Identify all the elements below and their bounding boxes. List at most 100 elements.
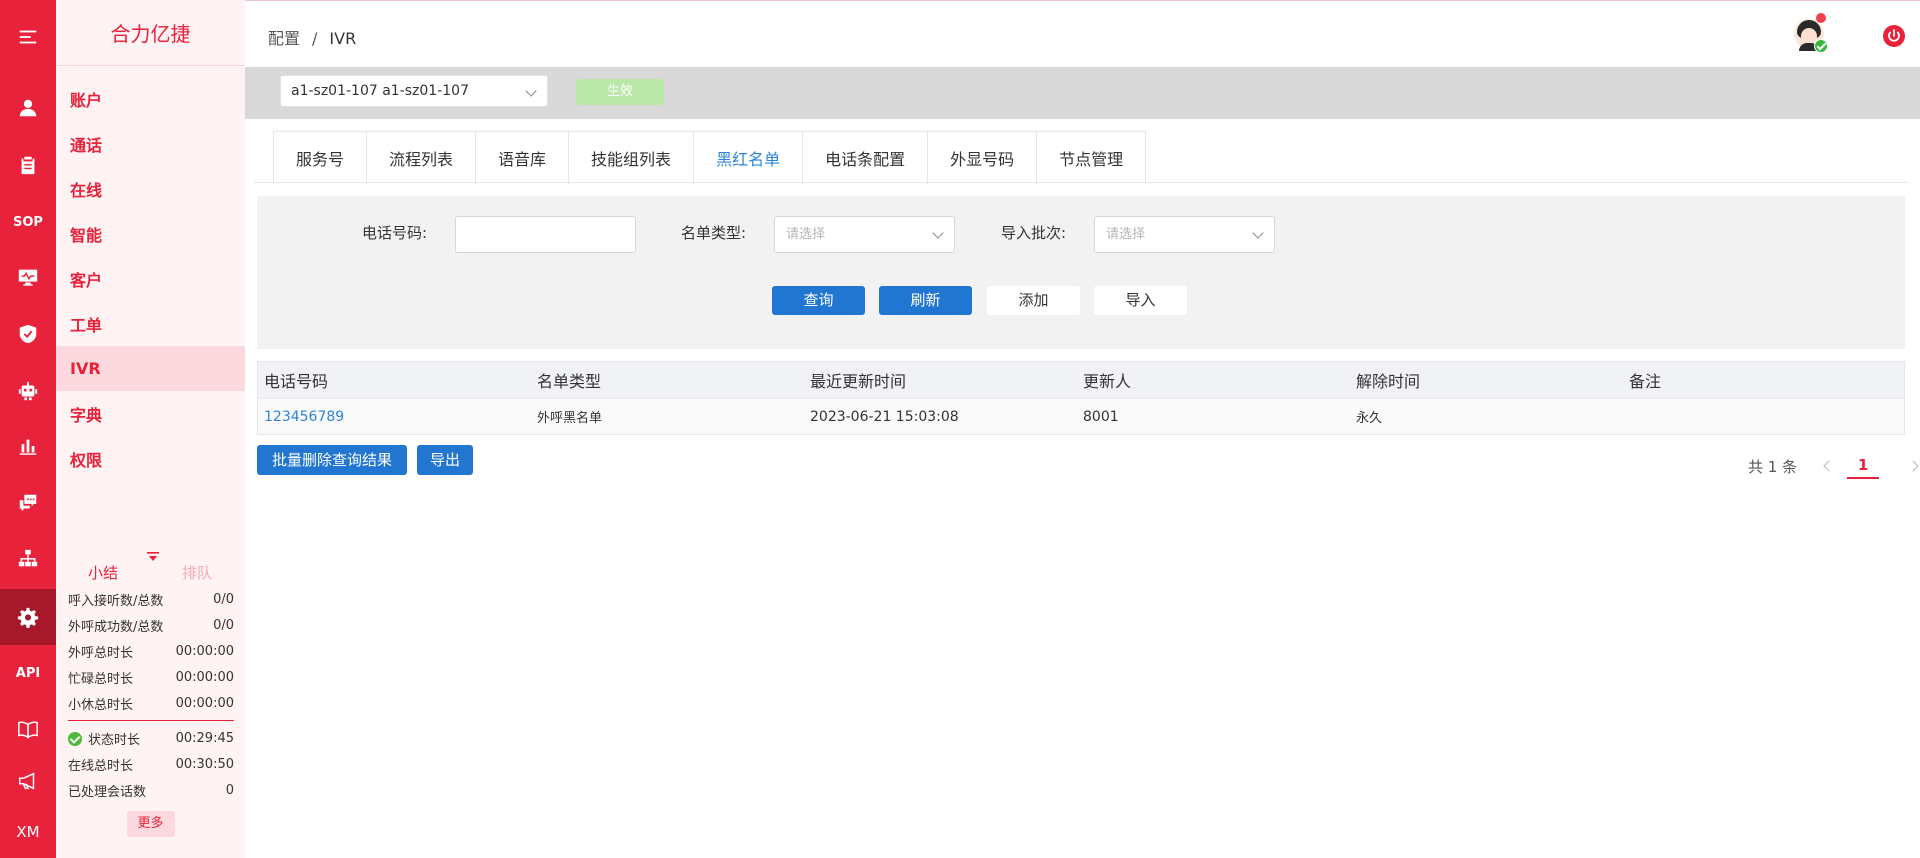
shield-icon[interactable] (0, 308, 56, 360)
breadcrumb-separator: / (312, 29, 318, 48)
megaphone-icon[interactable] (0, 755, 56, 807)
breadcrumb-item-ivr: IVR (329, 29, 357, 48)
summary-tabs: 小结 排队 (56, 548, 245, 582)
breadcrumb-item-config[interactable]: 配置 (268, 29, 300, 48)
pagination: 共 1 条 1 (1748, 452, 1919, 480)
ivr-toolbar: a1-sz01-107 a1-sz01-107 生效 (245, 67, 1920, 119)
apply-button[interactable]: 生效 (576, 79, 664, 105)
column-header[interactable]: 电话号码 (258, 368, 531, 392)
ivr-service-value: a1-sz01-107 a1-sz01-107 (291, 83, 469, 99)
stat-row: 已处理会话数 0 (56, 777, 245, 803)
list-type-placeholder: 请选择 (786, 227, 826, 242)
stat-row: 状态时长 00:29:45 (56, 725, 245, 751)
book-icon[interactable] (0, 703, 56, 755)
total-count: 共 1 条 (1748, 457, 1798, 476)
phone-number-link[interactable]: 123456789 (258, 409, 531, 425)
query-button[interactable]: 查询 (772, 286, 865, 315)
power-icon[interactable] (1883, 25, 1905, 47)
list-type-cell: 外呼黑名单 (537, 411, 603, 426)
chevron-right-icon[interactable] (1907, 460, 1919, 472)
batch-label: 导入批次: (1001, 224, 1067, 242)
stat-label: 外呼总时长 (68, 645, 134, 661)
list-type-select[interactable]: 请选择 (774, 216, 955, 253)
stat-value: 0/0 (213, 617, 234, 633)
export-button[interactable]: 导出 (417, 445, 473, 475)
chevron-down-icon (525, 85, 537, 97)
tab-service-number[interactable]: 服务号 (274, 132, 368, 184)
phone-input[interactable] (455, 216, 636, 253)
person-icon[interactable] (0, 82, 56, 134)
nav-item-dictionary[interactable]: 字典 (56, 391, 245, 436)
divider (68, 720, 234, 721)
bar-chart-icon[interactable] (0, 420, 56, 472)
tab-flow-list[interactable]: 流程列表 (367, 132, 477, 184)
api-label: API (15, 665, 41, 681)
stat-label: 状态时长 (88, 732, 141, 748)
stat-row: 忙碌总时长 00:00:00 (56, 664, 245, 690)
chevron-left-icon[interactable] (1823, 460, 1835, 472)
collapse-caret-icon[interactable] (146, 552, 160, 562)
icon-rail: SOP API XM (0, 0, 56, 858)
refresh-button[interactable]: 刷新 (879, 286, 972, 315)
menu-icon[interactable] (0, 11, 56, 63)
stat-row: 外呼成功数/总数 0/0 (56, 612, 245, 638)
column-header[interactable]: 更新人 (1077, 368, 1350, 392)
nav-item-ivr[interactable]: IVR (56, 346, 245, 391)
add-button[interactable]: 添加 (987, 286, 1080, 315)
stat-value: 00:30:50 (175, 756, 234, 772)
nav-item-online[interactable]: 在线 (56, 166, 245, 211)
clipboard-icon[interactable] (0, 139, 56, 191)
list-type-label: 名单类型: (681, 224, 747, 242)
api-icon[interactable]: API (0, 647, 56, 699)
nav-item-permission[interactable]: 权限 (56, 436, 245, 481)
ivr-service-select[interactable]: a1-sz01-107 a1-sz01-107 (280, 75, 548, 107)
xm-label: XM (16, 823, 40, 841)
table-header: 电话号码 名单类型 最近更新时间 更新人 解除时间 备注 (258, 362, 1904, 398)
tab-black-red-list[interactable]: 黑红名单 (694, 132, 804, 184)
breadcrumb: 配置 / IVR (268, 25, 356, 49)
column-header[interactable]: 解除时间 (1350, 368, 1623, 392)
page-number[interactable]: 1 (1847, 456, 1880, 479)
stat-value: 00:00:00 (175, 643, 234, 659)
sop-icon[interactable]: SOP (0, 196, 56, 248)
queue-tab[interactable]: 排队 (182, 562, 212, 583)
tab-display-number[interactable]: 外显号码 (928, 132, 1038, 184)
nav-item-account[interactable]: 账户 (56, 76, 245, 121)
bulk-delete-button[interactable]: 批量删除查询结果 (257, 445, 407, 475)
tab-skill-groups[interactable]: 技能组列表 (569, 132, 695, 184)
xm-icon[interactable]: XM (0, 806, 56, 858)
nav-item-ticket[interactable]: 工单 (56, 301, 245, 346)
tab-phonebar-config[interactable]: 电话条配置 (803, 132, 929, 184)
blacklist-table: 电话号码 名单类型 最近更新时间 更新人 解除时间 备注 123456789 外… (257, 361, 1905, 435)
app-root: SOP API XM 合力亿捷 账户 通话 在线 智能 客户 工单 IVR 字典… (0, 0, 1920, 858)
column-header[interactable]: 名单类型 (531, 368, 804, 392)
agent-summary-panel: 小结 排队 呼入接听数/总数 0/0 外呼成功数/总数 0/0 外呼总时长 00:00… (56, 548, 245, 837)
column-header[interactable]: 最近更新时间 (804, 368, 1077, 392)
nav-item-customer[interactable]: 客户 (56, 256, 245, 301)
config-tabs: 服务号 流程列表 语音库 技能组列表 黑红名单 电话条配置 外显号码 节点管理 (273, 131, 1147, 184)
tab-voice-library[interactable]: 语音库 (476, 132, 570, 184)
stat-value: 00:00:00 (175, 695, 234, 711)
column-header[interactable]: 备注 (1623, 368, 1906, 392)
gear-icon[interactable] (0, 589, 56, 645)
org-tree-icon[interactable] (0, 533, 56, 585)
chevron-down-icon (932, 227, 944, 239)
more-button[interactable]: 更多 (126, 811, 175, 837)
nav-sidebar: 合力亿捷 账户 通话 在线 智能 客户 工单 IVR 字典 权限 小结 排队 呼… (56, 0, 245, 858)
stat-row: 呼入接听数/总数 0/0 (56, 586, 245, 612)
release-time-cell: 永久 (1356, 411, 1383, 426)
stat-label: 呼入接听数/总数 (68, 593, 164, 609)
tab-node-management[interactable]: 节点管理 (1037, 132, 1145, 184)
chat-icon[interactable] (0, 477, 56, 529)
stat-label: 小休总时长 (68, 697, 134, 713)
nav-item-smart[interactable]: 智能 (56, 211, 245, 256)
robot-icon[interactable] (0, 365, 56, 417)
summary-tab[interactable]: 小结 (88, 562, 118, 583)
batch-select[interactable]: 请选择 (1094, 216, 1275, 253)
avatar[interactable] (1794, 13, 1828, 53)
table-row[interactable]: 123456789 外呼黑名单 2023-06-21 15:03:08 8001… (258, 398, 1904, 434)
monitor-icon[interactable] (0, 251, 56, 303)
nav-item-calls[interactable]: 通话 (56, 121, 245, 166)
stat-row: 在线总时长 00:30:50 (56, 751, 245, 777)
import-button[interactable]: 导入 (1094, 286, 1187, 315)
